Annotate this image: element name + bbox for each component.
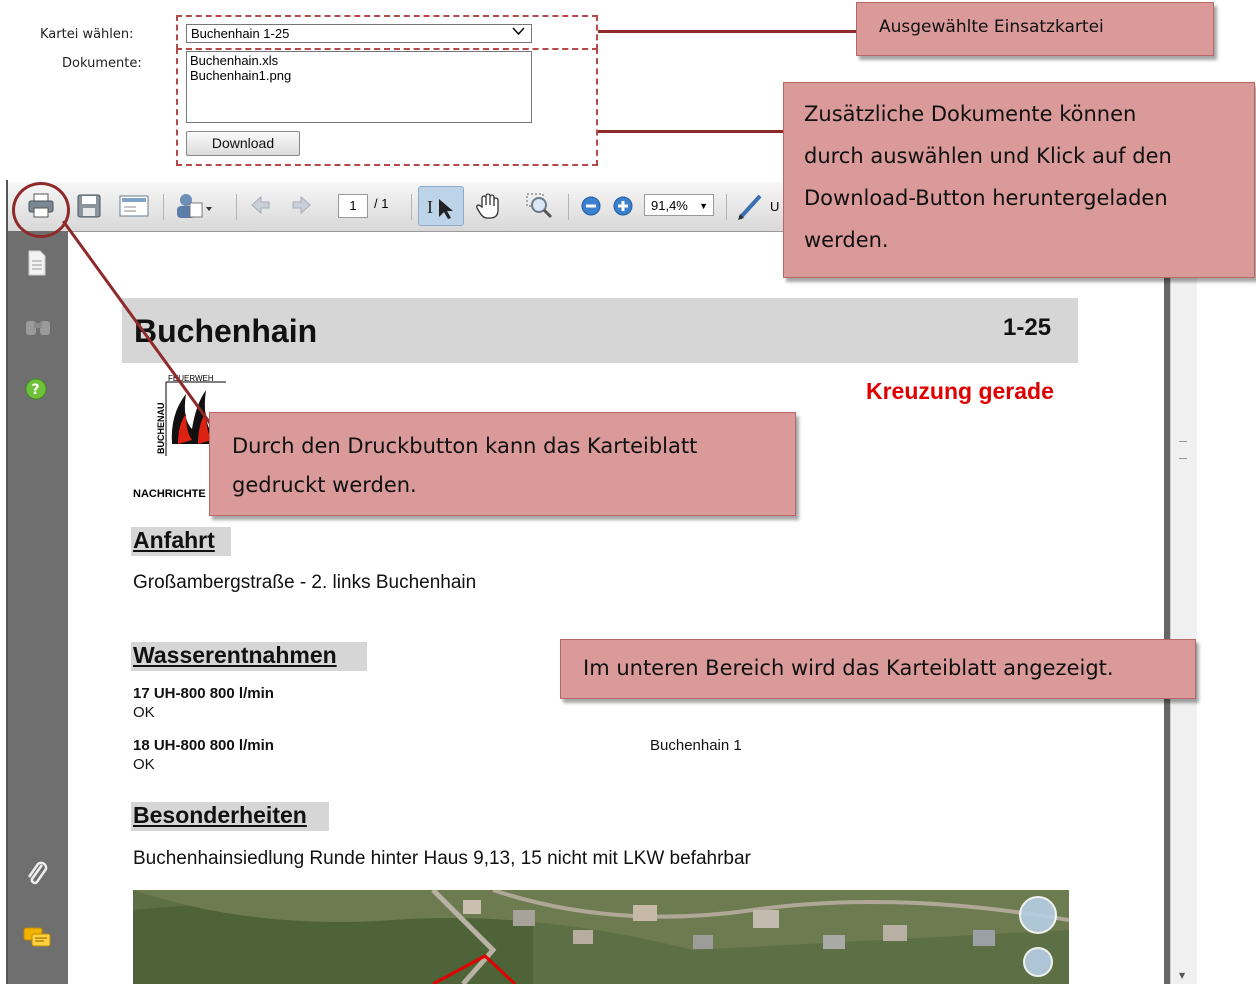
callout-einsatzkartei: Ausgewählte Einsatzkartei (856, 2, 1214, 56)
search-binoculars-icon[interactable] (24, 315, 52, 341)
pen-icon[interactable] (736, 192, 766, 228)
help-icon[interactable]: ? (24, 377, 48, 405)
wasser-item-name: 18 UH-800 800 l/min (133, 737, 274, 754)
svg-text:?: ? (32, 382, 40, 398)
aerial-map-image (133, 890, 1069, 984)
marquee-zoom-icon[interactable] (524, 191, 556, 227)
page-number-input[interactable]: 1 (338, 194, 368, 218)
dokumente-label: Dokumente: (62, 56, 142, 71)
attachment-icon[interactable] (24, 859, 50, 893)
page-total: / 1 (374, 196, 389, 211)
kartei-label: Kartei wählen: (40, 27, 134, 42)
callout-text: Im unteren Bereich wird das Karteiblatt … (583, 656, 1114, 680)
callout-unten: Im unteren Bereich wird das Karteiblatt … (560, 639, 1196, 699)
arrow-right-icon[interactable] (290, 193, 314, 223)
toolbar-cut-text: U (770, 199, 780, 214)
vertical-scrollbar[interactable]: ▼ (1170, 231, 1197, 984)
scroll-down-arrow[interactable]: ▼ (1179, 971, 1185, 980)
save-icon[interactable] (76, 193, 102, 225)
callout-text: durch auswählen und Klick auf den (804, 144, 1172, 168)
comments-icon[interactable] (22, 925, 52, 955)
wasser-heading: Wasserentnahmen (131, 642, 367, 671)
arrow-left-icon[interactable] (248, 193, 272, 223)
zoom-in-icon[interactable] (612, 195, 634, 223)
callout-druck: Durch den Druckbutton kann das Karteibla… (209, 412, 796, 516)
wasser-item-status: OK (133, 704, 155, 721)
chevron-down-icon: ▼ (699, 201, 708, 211)
wasser-item-status: OK (133, 756, 155, 773)
callout-text: Ausgewählte Einsatzkartei (879, 17, 1104, 37)
callout-text: Durch den Druckbutton kann das Karteibla… (232, 434, 698, 458)
callout-text: werden. (804, 228, 889, 252)
kartei-highlight-box (176, 15, 598, 50)
besonderheiten-heading: Besonderheiten (131, 802, 329, 831)
document-title: Buchenhain (134, 313, 318, 349)
zoom-out-icon[interactable] (580, 195, 602, 223)
pages-icon[interactable] (26, 249, 48, 281)
anfahrt-heading: Anfahrt (131, 527, 231, 556)
kreuzung-label: Kreuzung gerade (866, 378, 1054, 404)
hand-tool-icon[interactable] (474, 191, 504, 227)
callout-text: Download-Button heruntergeladen (804, 186, 1168, 210)
svg-text:BUCHENAU: BUCHENAU (156, 403, 166, 455)
buchenhain1-label: Buchenhain 1 (650, 737, 742, 754)
callout-text: gedruckt werden. (232, 473, 417, 497)
email-icon[interactable] (118, 193, 150, 225)
share-icon[interactable] (174, 191, 214, 227)
zoom-level-select[interactable]: 91,4% ▼ (644, 194, 714, 216)
pdf-sidebar: ? (8, 231, 68, 984)
documents-highlight-box (176, 48, 598, 166)
select-tool-icon[interactable]: I (418, 186, 464, 226)
document-code: 1-25 (1003, 314, 1052, 341)
wasser-item-name: 17 UH-800 800 l/min (133, 685, 274, 702)
connector-line (598, 30, 856, 33)
anfahrt-text: Großambergstraße - 2. links Buchenhain (133, 572, 477, 593)
nachrichten-text: NACHRICHTE (133, 488, 206, 500)
print-highlight-circle (12, 182, 70, 238)
besonderheiten-text: Buchenhainsiedlung Runde hinter Haus 9,1… (133, 848, 751, 869)
callout-text: Zusätzliche Dokumente können (804, 102, 1137, 126)
svg-text:I: I (427, 197, 433, 217)
connector-line (598, 130, 784, 133)
scrollbar-grip[interactable] (1179, 441, 1187, 459)
callout-dokumente: Zusätzliche Dokumente können durch auswä… (783, 82, 1255, 278)
zoom-level-value: 91,4% (651, 198, 688, 213)
